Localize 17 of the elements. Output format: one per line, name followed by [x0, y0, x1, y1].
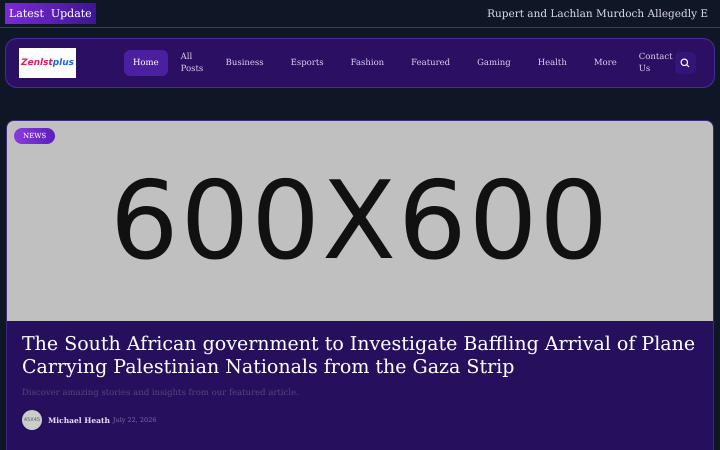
nav-item[interactable]: All Posts: [176, 50, 217, 76]
search-icon: [680, 58, 690, 68]
latest-update-label: Latest Update: [5, 3, 96, 24]
nav-item[interactable]: Business: [216, 50, 273, 76]
placeholder-label: 600X600: [110, 158, 610, 284]
ticker-headline[interactable]: Rupert and Lachlan Murdoch Allegedly E: [487, 8, 708, 20]
nav-item[interactable]: Contact Us: [634, 50, 675, 76]
nav-item[interactable]: Fashion: [342, 50, 394, 76]
nav-item[interactable]: Gaming: [468, 50, 520, 76]
nav-item[interactable]: Esports: [282, 50, 333, 76]
nav-item[interactable]: More: [584, 50, 626, 76]
site-logo[interactable]: Zenlstplus: [19, 48, 76, 78]
search-button[interactable]: [674, 52, 696, 74]
nav-item[interactable]: Health: [528, 50, 576, 76]
article-title[interactable]: The South African government to Investigate Baffling Arrival of Plane Carrying Palestinian Nationals from the Gaza Strip: [22, 333, 698, 379]
nav-item[interactable]: Featured: [402, 50, 460, 76]
nav-item[interactable]: Home: [124, 50, 168, 76]
